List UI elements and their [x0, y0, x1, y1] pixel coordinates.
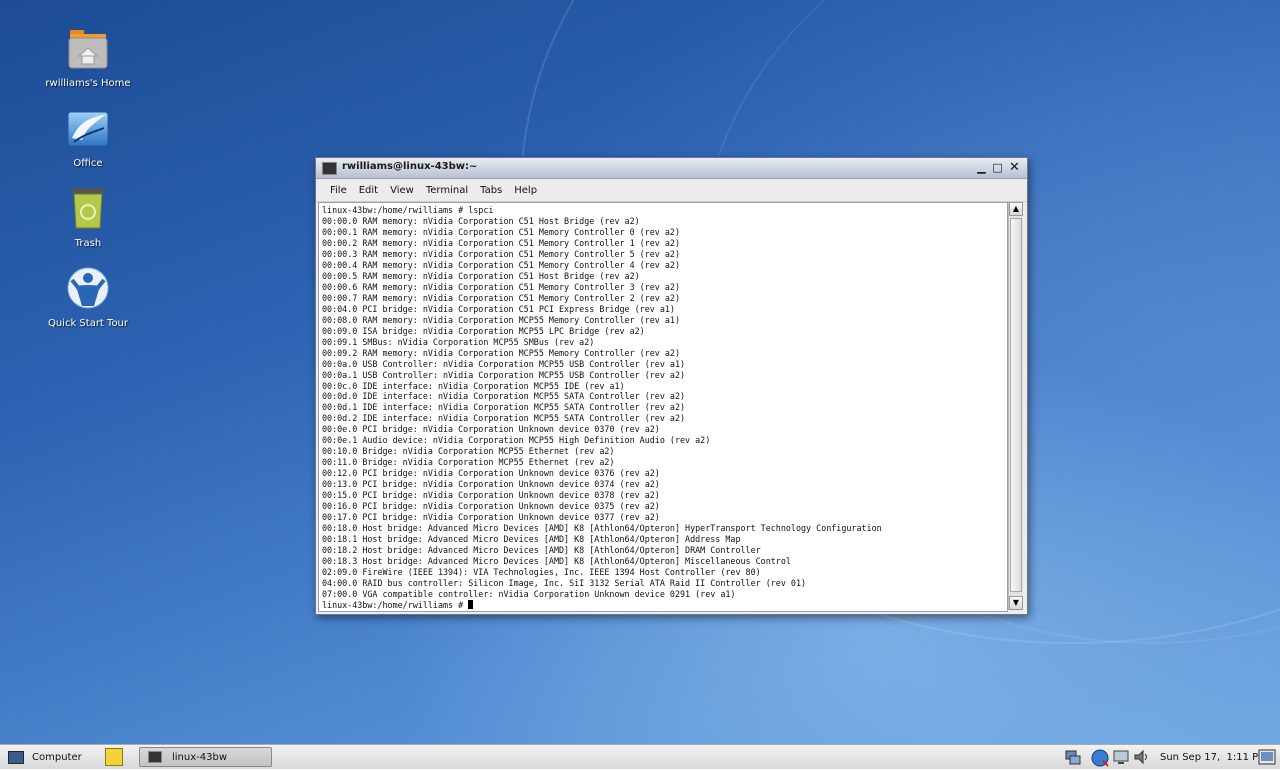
terminal-line: 00:18.2 Host bridge: Advanced Micro Devi…: [322, 545, 761, 556]
desktop-icon-home[interactable]: rwilliams's Home: [38, 26, 138, 89]
desktop-icon-trash[interactable]: Trash: [38, 186, 138, 249]
vertical-scrollbar[interactable]: ▲ ▼: [1008, 202, 1023, 610]
terminal-prompt: linux-43bw:/home/rwilliams #: [322, 599, 469, 610]
terminal-line: 00:0c.0 IDE interface: nVidia Corporatio…: [322, 380, 625, 391]
terminal-line: 00:0e.1 Audio device: nVidia Corporation…: [322, 435, 711, 446]
home-folder-icon: [64, 26, 112, 74]
office-gull-icon: [64, 106, 112, 154]
desktop-icon-label: Office: [73, 158, 103, 169]
terminal-line: 00:00.5 RAM memory: nVidia Corporation C…: [322, 270, 640, 281]
window-title: rwilliams@linux-43bw:~: [342, 161, 478, 172]
scroll-up-icon[interactable]: ▲: [1009, 202, 1023, 216]
desktop-icon-label: rwilliams's Home: [45, 78, 131, 89]
notes-icon: [105, 748, 123, 766]
terminal-line: 00:00.0 RAM memory: nVidia Corporation C…: [322, 215, 640, 226]
show-desktop-icon[interactable]: [1258, 748, 1276, 766]
menu-edit[interactable]: Edit: [353, 183, 384, 198]
desktop: rwilliams's Home Office Trash Quick Star…: [0, 0, 1280, 744]
terminal-line: 00:0a.1 USB Controller: nVidia Corporati…: [322, 369, 686, 380]
menu-file[interactable]: File: [324, 183, 353, 198]
terminal-line: 00:10.0 Bridge: nVidia Corporation MCP55…: [322, 446, 615, 457]
taskbar-button-label: linux-43bw: [172, 751, 228, 763]
terminal-task-icon: [148, 751, 162, 763]
terminal-line: 00:04.0 PCI bridge: nVidia Corporation C…: [322, 303, 675, 314]
bottom-panel: Computer linux-43bw Sun Sep 17, 1:11 PM: [0, 744, 1280, 769]
update-icon[interactable]: [1090, 748, 1109, 767]
menu-help[interactable]: Help: [508, 183, 543, 198]
display-icon[interactable]: [1112, 748, 1130, 766]
clock-label: Sun Sep 17, 1:11 PM: [1160, 751, 1267, 763]
close-icon[interactable]: ✕: [1007, 160, 1022, 175]
trash-icon: [64, 186, 112, 234]
terminal-line: 00:15.0 PCI bridge: nVidia Corporation U…: [322, 490, 660, 501]
clock[interactable]: Sun Sep 17, 1:11 PM: [1160, 745, 1267, 769]
terminal-line: 00:0d.2 IDE interface: nVidia Corporatio…: [322, 413, 686, 424]
terminal-line: 00:08.0 RAM memory: nVidia Corporation M…: [322, 314, 680, 325]
scroll-down-icon[interactable]: ▼: [1009, 596, 1023, 610]
network-icon[interactable]: [1064, 748, 1082, 766]
terminal-line: 00:18.3 Host bridge: Advanced Micro Devi…: [322, 556, 791, 566]
terminal-output[interactable]: linux-43bw:/home/rwilliams # lspci 00:00.…: [318, 202, 1008, 612]
terminal-line: 07:00.0 VGA compatible controller: nVidi…: [322, 588, 736, 599]
terminal-line: linux-43bw:/home/rwilliams # lspci: [322, 205, 494, 215]
desktop-icon-quick-start-tour[interactable]: Quick Start Tour: [38, 266, 138, 329]
menu-tabs[interactable]: Tabs: [474, 183, 508, 198]
terminal-line: 00:16.0 PCI bridge: nVidia Corporation U…: [322, 501, 660, 512]
quick-start-icon: [64, 266, 112, 314]
menu-bar: File Edit View Terminal Tabs Help: [316, 179, 1027, 202]
desktop-icon-label: Trash: [74, 238, 102, 249]
terminal-line: 00:00.4 RAM memory: nVidia Corporation C…: [322, 259, 680, 270]
taskbar-button-terminal[interactable]: linux-43bw: [139, 747, 272, 767]
terminal-prompt-line: linux-43bw:/home/rwilliams #: [322, 599, 1007, 611]
terminal-line: 00:11.0 Bridge: nVidia Corporation MCP55…: [322, 457, 615, 468]
terminal-line: 00:00.2 RAM memory: nVidia Corporation C…: [322, 237, 680, 248]
computer-label: Computer: [32, 751, 82, 763]
terminal-line: 00:09.2 RAM memory: nVidia Corporation M…: [322, 347, 680, 358]
terminal-line: 00:17.0 PCI bridge: nVidia Corporation U…: [322, 512, 660, 523]
terminal-line: 00:18.0 Host bridge: Advanced Micro Devi…: [322, 523, 882, 534]
terminal-line: 00:00.3 RAM memory: nVidia Corporation C…: [322, 248, 680, 259]
terminal-app-icon: [322, 162, 337, 175]
terminal-line: 00:00.1 RAM memory: nVidia Corporation C…: [322, 226, 680, 237]
terminal-line: 00:00.6 RAM memory: nVidia Corporation C…: [322, 281, 680, 292]
desktop-icon-office[interactable]: Office: [38, 106, 138, 169]
minimize-icon[interactable]: ▁: [974, 160, 989, 175]
maximize-icon[interactable]: □: [990, 160, 1005, 175]
terminal-line: 00:00.7 RAM memory: nVidia Corporation C…: [322, 292, 680, 303]
terminal-lines: linux-43bw:/home/rwilliams # lspci 00:00.…: [319, 203, 1007, 611]
terminal-line: 00:09.1 SMBus: nVidia Corporation MCP55 …: [322, 336, 595, 347]
notes-launcher[interactable]: [105, 745, 123, 769]
menu-terminal[interactable]: Terminal: [420, 183, 474, 198]
terminal-line: 00:0e.0 PCI bridge: nVidia Corporation U…: [322, 424, 660, 435]
terminal-window: rwilliams@linux-43bw:~ ▁ □ ✕ File Edit V…: [315, 157, 1028, 615]
scrollbar-thumb[interactable]: [1010, 218, 1022, 592]
computer-menu-button[interactable]: Computer: [8, 745, 82, 769]
terminal-line: 00:0d.1 IDE interface: nVidia Corporatio…: [322, 402, 686, 413]
window-titlebar[interactable]: rwilliams@linux-43bw:~ ▁ □ ✕: [316, 158, 1027, 179]
terminal-line: 02:09.0 FireWire (IEEE 1394): VIA Techno…: [322, 566, 761, 577]
terminal-line: 00:18.1 Host bridge: Advanced Micro Devi…: [322, 534, 741, 545]
terminal-line: 00:09.0 ISA bridge: nVidia Corporation M…: [322, 325, 645, 336]
menu-view[interactable]: View: [384, 183, 420, 198]
terminal-cursor: [468, 599, 474, 609]
computer-icon: [8, 750, 24, 764]
volume-icon[interactable]: [1133, 748, 1151, 766]
terminal-line: 00:12.0 PCI bridge: nVidia Corporation U…: [322, 468, 660, 479]
terminal-line: 00:13.0 PCI bridge: nVidia Corporation U…: [322, 479, 660, 490]
terminal-line: 04:00.0 RAID bus controller: Silicon Ima…: [322, 577, 807, 588]
desktop-icon-label: Quick Start Tour: [47, 318, 129, 329]
terminal-line: 00:0a.0 USB Controller: nVidia Corporati…: [322, 358, 686, 369]
terminal-line: 00:0d.0 IDE interface: nVidia Corporatio…: [322, 391, 686, 402]
